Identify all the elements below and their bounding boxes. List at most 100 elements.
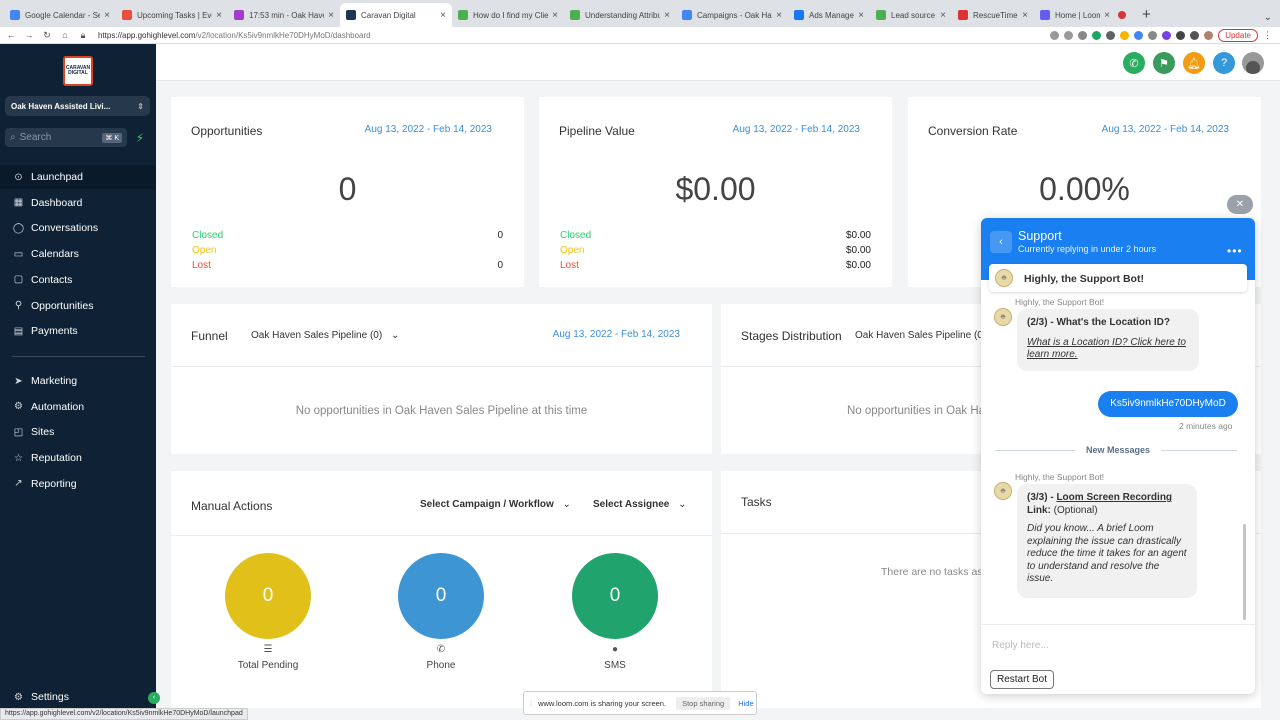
reply-input[interactable]: Reply here...	[992, 640, 1049, 651]
sidebar-item-calendars[interactable]: ▭ Calendars	[0, 242, 156, 266]
browser-menu-icon[interactable]: ⋮	[1263, 30, 1272, 41]
lightning-icon[interactable]: ⚡︎	[133, 131, 147, 145]
profile-avatar[interactable]	[1204, 30, 1214, 40]
sidebar-item-reporting[interactable]: ↗ Reporting	[0, 472, 156, 496]
zoom-icon[interactable]	[1050, 30, 1060, 40]
sidebar-item-payments[interactable]: ▤ Payments	[0, 319, 156, 343]
browser-tab[interactable]: 17:53 min - Oak Have ×	[228, 3, 340, 27]
sidebar-item-label: Settings	[31, 691, 69, 703]
extension-icon[interactable]	[1134, 30, 1144, 40]
close-tab-icon[interactable]: ×	[1104, 10, 1110, 21]
extension-icon[interactable]	[1148, 30, 1158, 40]
tab-title: RescueTime - Your Da	[973, 10, 1018, 20]
browser-tab[interactable]: Lead source report ex ×	[870, 3, 952, 27]
browser-tab[interactable]: How do I find my Clie ×	[452, 3, 564, 27]
lock-icon[interactable]: 🔒︎	[76, 30, 90, 41]
tab-title: Home | Loom	[1055, 10, 1101, 20]
new-tab-icon[interactable]: +	[1134, 3, 1159, 27]
close-tab-icon[interactable]: ×	[440, 10, 446, 21]
search-placeholder: Search	[19, 132, 52, 143]
sidebar-item-conversations[interactable]: ◯ Conversations	[0, 216, 156, 240]
close-tab-icon[interactable]: ×	[776, 10, 782, 21]
chat-launcher-icon[interactable]: ‹	[148, 692, 160, 704]
pipeline-select[interactable]: Oak Haven Sales Pipeline (0) ⌄	[251, 330, 399, 341]
user-avatar[interactable]	[1242, 52, 1264, 74]
pending-count-circle[interactable]: 0	[225, 553, 311, 639]
home-icon[interactable]: ⌂	[58, 30, 72, 40]
drag-handle-icon[interactable]: ⁞	[530, 699, 532, 708]
sidebar-item-sites[interactable]: ◰ Sites	[0, 420, 156, 444]
close-chat-button[interactable]: ✕	[1227, 195, 1253, 214]
location-id-help-link[interactable]: What is a Location ID? Click here to lea…	[1027, 337, 1189, 362]
tab-favicon-icon	[458, 10, 468, 20]
close-tab-icon[interactable]: ×	[552, 10, 558, 21]
tab-favicon-icon	[876, 10, 886, 20]
bell-icon[interactable]: 🔔︎	[1183, 52, 1205, 74]
back-icon[interactable]: ←	[4, 30, 18, 40]
restart-bot-button[interactable]: Restart Bot	[990, 670, 1054, 689]
megaphone-icon[interactable]: ⚑	[1153, 52, 1175, 74]
tab-list-chevron-icon[interactable]: ⌄	[1256, 12, 1280, 27]
browser-tab[interactable]: RescueTime - Your Da ×	[952, 3, 1034, 27]
loom-link[interactable]: Loom Screen Recording	[1056, 492, 1172, 503]
close-tab-icon[interactable]: ×	[858, 10, 864, 21]
phone-icon[interactable]: ✆	[1123, 52, 1145, 74]
company-logo[interactable]: CARAVAN DIGITAL	[63, 56, 93, 86]
location-switcher[interactable]: Oak Haven Assisted Livi... ⇕	[5, 96, 150, 116]
tab-favicon-icon	[234, 10, 244, 20]
pending-count-circle[interactable]: 0	[572, 553, 658, 639]
close-tab-icon[interactable]: ×	[664, 10, 670, 21]
extension-icon[interactable]	[1120, 30, 1130, 40]
close-tab-icon[interactable]: ×	[940, 10, 946, 21]
sidebar-item-automation[interactable]: ⚙ Automation	[0, 395, 156, 419]
share-icon[interactable]	[1064, 30, 1074, 40]
reload-icon[interactable]: ↻	[40, 30, 54, 41]
close-tab-icon[interactable]: ×	[104, 10, 110, 21]
browser-tab[interactable]: Campaigns - Oak Have ×	[676, 3, 788, 27]
bookmark-star-icon[interactable]	[1078, 30, 1088, 40]
browser-tab[interactable]: Home | Loom ×	[1034, 3, 1116, 27]
sidebar-item-marketing[interactable]: ➤ Marketing	[0, 369, 156, 393]
close-tab-icon[interactable]: ×	[1022, 10, 1028, 21]
search-field[interactable]: ⌕ Search ⌘ K	[5, 128, 127, 147]
sidebar-item-label: Marketing	[31, 375, 78, 387]
date-range[interactable]: Aug 13, 2022 - Feb 14, 2023	[365, 124, 492, 135]
pipeline-select[interactable]: Oak Haven Sales Pipeline (0)	[855, 330, 986, 341]
hide-button[interactable]: Hide	[738, 699, 753, 708]
close-tab-icon[interactable]: ×	[216, 10, 222, 21]
sidebar-item-opportunities[interactable]: ⚲ Opportunities	[0, 294, 156, 318]
extension-icon[interactable]	[1092, 30, 1102, 40]
close-tab-icon[interactable]: ×	[328, 10, 334, 21]
back-icon[interactable]: ‹	[990, 231, 1012, 253]
extension-icon[interactable]	[1106, 30, 1116, 40]
forward-icon[interactable]: →	[22, 30, 36, 40]
browser-tab[interactable]: Ads Manager - Manag×	[788, 3, 870, 27]
assignee-select[interactable]: Select Assignee ⌄	[593, 499, 687, 510]
date-range[interactable]: Aug 13, 2022 - Feb 14, 2023	[733, 124, 860, 135]
sidebar-item-settings[interactable]: ⚙ Settings	[0, 685, 156, 709]
logo-text: CARAVAN DIGITAL	[65, 65, 91, 76]
extension-icon[interactable]	[1162, 30, 1172, 40]
sidebar-item-label: Reputation	[31, 452, 82, 465]
chat-scrollbar[interactable]	[1243, 524, 1246, 620]
url-field[interactable]: https://app.gohighlevel.com/v2/location/…	[98, 31, 1050, 40]
browser-tab[interactable]: Google Calendar - Se ×	[4, 3, 116, 27]
help-icon[interactable]: ?	[1213, 52, 1235, 74]
stop-sharing-button[interactable]: Stop sharing	[676, 696, 731, 710]
browser-tab[interactable]: Upcoming Tasks | Eve ×	[116, 3, 228, 27]
extensions-puzzle-icon[interactable]	[1176, 30, 1186, 40]
browser-tab[interactable]: Understanding Attribu ×	[564, 3, 676, 27]
sidebar-item-dashboard[interactable]: ▦ Dashboard	[0, 191, 156, 215]
more-options-icon[interactable]: •••	[1227, 244, 1243, 258]
sidebar-item-contacts[interactable]: ▢ Contacts	[0, 268, 156, 292]
sidebar-item-reputation[interactable]: ☆ Reputation	[0, 446, 156, 470]
date-range[interactable]: Aug 13, 2022 - Feb 14, 2023	[1102, 124, 1229, 135]
user-message: Ks5iv9nmlkHe70DHyMoD	[1098, 391, 1238, 417]
campaign-select[interactable]: Select Campaign / Workflow ⌄	[420, 499, 571, 510]
sidepanel-icon[interactable]	[1190, 30, 1200, 40]
update-button[interactable]: Update	[1218, 28, 1258, 42]
browser-tab[interactable]: Caravan Digital ×	[340, 3, 452, 27]
pending-count-circle[interactable]: 0	[398, 553, 484, 639]
sidebar-item-launchpad[interactable]: ⊙ Launchpad	[0, 165, 156, 189]
date-range[interactable]: Aug 13, 2022 - Feb 14, 2023	[553, 329, 680, 340]
